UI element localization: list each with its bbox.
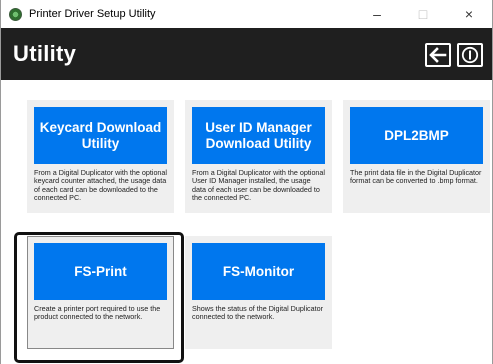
close-button[interactable]: × — [446, 0, 492, 28]
maximize-button: □ — [418, 6, 428, 22]
card-title: User ID Manager Download Utility — [192, 107, 325, 164]
window-title: Printer Driver Setup Utility — [29, 8, 156, 20]
info-icon — [461, 46, 479, 64]
app-icon — [9, 7, 22, 21]
card-user-id-manager[interactable]: User ID Manager Download Utility From a … — [185, 100, 332, 213]
card-description: From a Digital Duplicator with the optio… — [192, 168, 326, 203]
back-button[interactable] — [425, 43, 451, 67]
window-controls: – □ × — [354, 0, 492, 28]
info-button[interactable] — [457, 43, 483, 67]
card-title: Keycard Download Utility — [34, 107, 167, 164]
card-fs-print[interactable]: FS-Print Create a printer port required … — [27, 236, 174, 349]
card-fs-monitor[interactable]: FS-Monitor Shows the status of the Digit… — [185, 236, 332, 349]
card-keycard-download[interactable]: Keycard Download Utility From a Digital … — [27, 100, 174, 213]
card-dpl2bmp[interactable]: DPL2BMP The print data file in the Digit… — [343, 100, 490, 213]
header-bar: Utility — [1, 28, 492, 80]
utility-grid: Keycard Download Utility From a Digital … — [1, 80, 492, 364]
minimize-button[interactable]: – — [354, 0, 400, 28]
card-title: FS-Monitor — [192, 243, 325, 300]
card-description: From a Digital Duplicator with the optio… — [34, 168, 168, 203]
card-description: The print data file in the Digital Dupli… — [350, 168, 482, 186]
card-description: Create a printer port required to use th… — [34, 304, 161, 322]
card-title: FS-Print — [34, 243, 167, 300]
title-bar[interactable]: Printer Driver Setup Utility – □ × — [1, 0, 492, 28]
card-title: DPL2BMP — [350, 107, 483, 164]
app-window: Printer Driver Setup Utility – □ × Utili… — [0, 0, 493, 364]
card-description: Shows the status of the Digital Duplicat… — [192, 304, 324, 322]
arrow-left-icon — [429, 47, 447, 63]
page-title: Utility — [13, 41, 77, 66]
